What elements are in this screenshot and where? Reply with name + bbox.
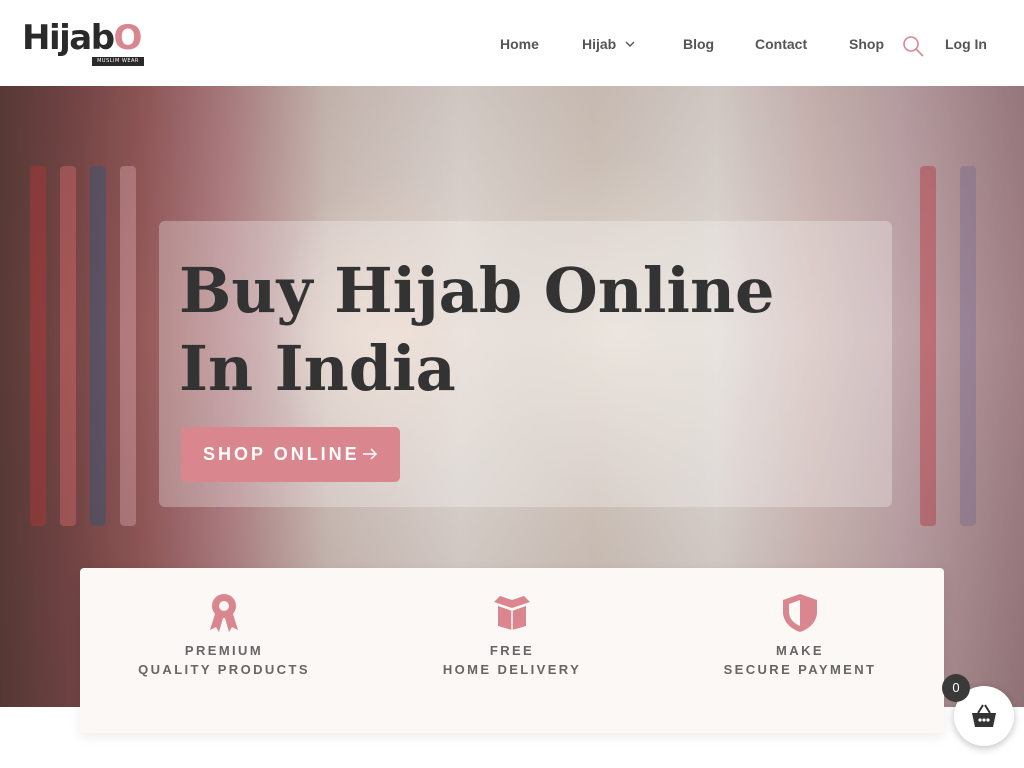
site-header: HijabO MUSLIM WEAR Home Hijab Blog Conta… <box>0 0 1024 86</box>
basket-icon <box>972 704 996 727</box>
nav-login[interactable]: Log In <box>945 36 987 52</box>
nav-hijab[interactable]: Hijab <box>582 36 616 52</box>
feature-free-delivery: FREE HOME DELIVERY <box>368 568 656 733</box>
nav-shop[interactable]: Shop <box>849 36 884 52</box>
shop-online-button[interactable]: SHOP ONLINE <box>181 427 400 482</box>
logo-wordmark: HijabO <box>22 18 142 58</box>
search-icon[interactable] <box>901 34 925 58</box>
feature-line-1: MAKE <box>776 643 824 658</box>
nav-home[interactable]: Home <box>500 36 539 52</box>
hero-title: Buy Hijab Online In India <box>179 252 859 408</box>
arrow-right-icon <box>363 448 378 460</box>
feature-secure-payment: MAKE SECURE PAYMENT <box>656 568 944 733</box>
shield-icon <box>783 594 817 632</box>
shop-online-label: SHOP ONLINE <box>203 444 360 464</box>
feature-line-2: HOME DELIVERY <box>442 662 582 677</box>
feature-line-2: QUALITY PRODUCTS <box>138 662 310 677</box>
chevron-down-icon[interactable] <box>623 37 637 51</box>
nav-blog[interactable]: Blog <box>683 36 714 52</box>
feature-line-1: FREE <box>489 643 535 658</box>
open-box-icon <box>494 596 530 630</box>
hero-title-line-2: In India <box>179 332 456 405</box>
logo-tagline: MUSLIM WEAR <box>92 57 144 66</box>
feature-line-2: SECURE PAYMENT <box>723 662 877 677</box>
features-bar: PREMIUM QUALITY PRODUCTS FREE HOME DELIV… <box>80 568 944 733</box>
cart-count-badge: 0 <box>942 674 970 702</box>
feature-premium-quality: PREMIUM QUALITY PRODUCTS <box>80 568 368 733</box>
feature-line-1: PREMIUM <box>184 643 264 658</box>
site-logo[interactable]: HijabO MUSLIM WEAR <box>22 18 144 68</box>
hero-title-line-1: Buy Hijab Online <box>179 254 775 327</box>
award-ribbon-icon <box>210 594 238 632</box>
nav-contact[interactable]: Contact <box>755 36 807 52</box>
